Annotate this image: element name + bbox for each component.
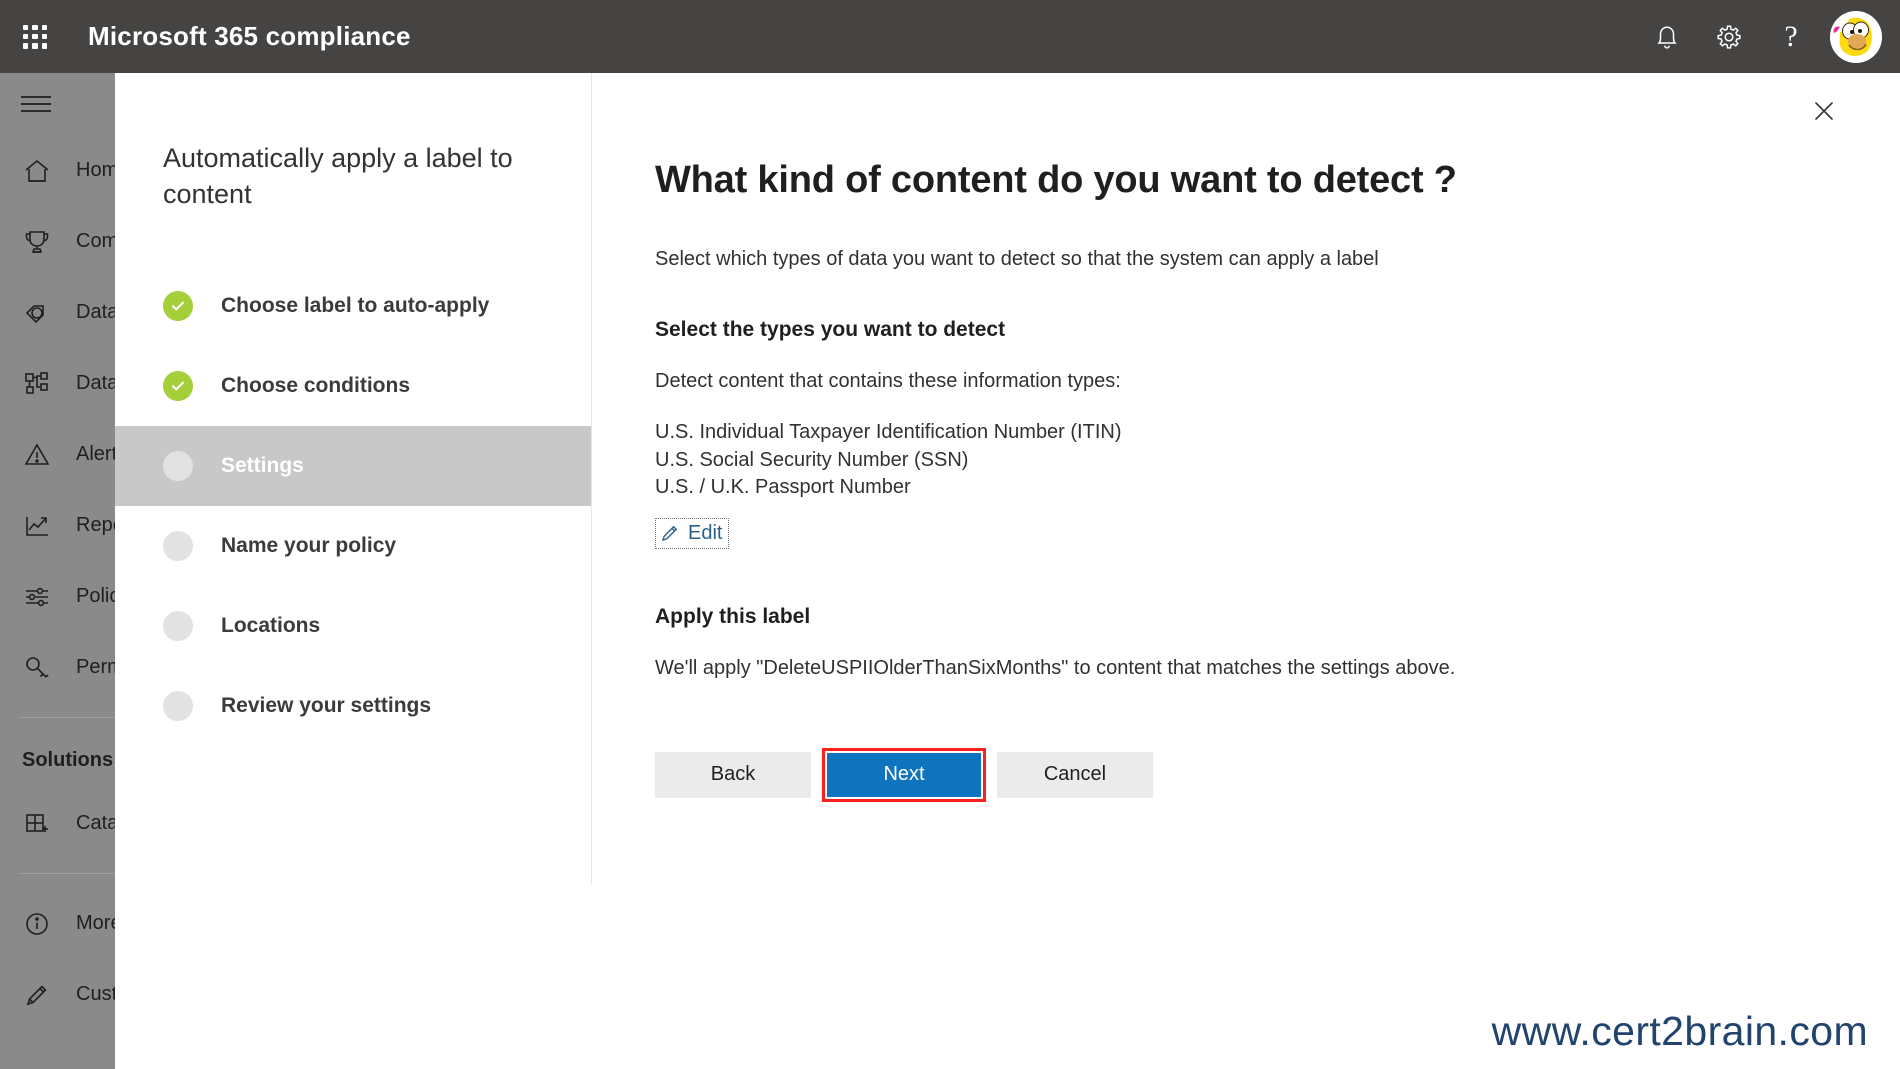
- step-bullet-icon: [163, 611, 193, 642]
- wizard-step-label: Choose label to auto-apply: [221, 294, 490, 318]
- information-types-list: U.S. Individual Taxpayer Identification …: [655, 419, 1900, 502]
- line-chart-icon: [20, 509, 54, 543]
- next-button[interactable]: Next: [826, 751, 982, 798]
- rail-divider: [18, 873, 118, 874]
- help-glyph: ?: [1784, 19, 1798, 53]
- sidebar-item-label: Alerts: [76, 443, 118, 465]
- cancel-button[interactable]: Cancel: [997, 751, 1153, 798]
- waffle-dot: [32, 43, 38, 49]
- apply-label-heading: Apply this label: [655, 604, 811, 628]
- left-navigation-rail: Home Compliance: [0, 73, 118, 1069]
- dialog-button-row: Back Next Cancel: [655, 747, 1900, 802]
- sidebar-item-label: Reports: [76, 514, 118, 536]
- check-circle-icon: [163, 371, 193, 402]
- wizard-step-label: Settings: [221, 454, 304, 478]
- step-bullet-icon: [163, 451, 193, 482]
- key-icon: [20, 651, 54, 685]
- wizard-step-choose-conditions[interactable]: Choose conditions: [115, 346, 591, 426]
- sidebar-item-label: Customize navigation: [76, 983, 118, 1005]
- page-subtitle: Select which types of data you want to d…: [655, 248, 1379, 270]
- close-icon[interactable]: [1802, 89, 1846, 133]
- sidebar-item-more-resources[interactable]: More resources: [0, 888, 118, 959]
- sidebar-item-reports[interactable]: Reports: [0, 490, 118, 561]
- wizard-step-review-your-settings[interactable]: Review your settings: [115, 666, 591, 746]
- sidebar-item-label: More resources: [76, 912, 118, 934]
- suite-actions: ?: [1636, 0, 1900, 73]
- sidebar-item-label: Catalog: [76, 812, 118, 834]
- sidebar-item-catalog[interactable]: Catalog: [0, 788, 118, 859]
- trophy-icon: [20, 225, 54, 259]
- wizard-step-choose-label[interactable]: Choose label to auto-apply: [115, 266, 591, 346]
- wizard-step-locations[interactable]: Locations: [115, 586, 591, 666]
- list-item: U.S. Social Security Number (SSN): [655, 448, 969, 471]
- wizard-step-label: Review your settings: [221, 694, 432, 718]
- rail-divider: [18, 717, 118, 718]
- step-bullet-icon: [163, 691, 193, 722]
- tag-icon: [20, 296, 54, 330]
- wizard-title: Automatically apply a label to content: [163, 143, 513, 209]
- pencil-icon: [660, 523, 688, 543]
- sidebar-item-data-investigations[interactable]: Data investigations: [0, 348, 118, 419]
- app-launcher-icon[interactable]: [18, 20, 52, 54]
- wizard-step-name-your-policy[interactable]: Name your policy: [115, 506, 591, 586]
- check-circle-icon: [163, 291, 193, 322]
- info-circle-icon: [20, 907, 54, 941]
- rail-group-heading: Solutions: [22, 748, 114, 771]
- waffle-dot: [32, 33, 38, 40]
- sidebar-item-home[interactable]: Home: [0, 135, 118, 206]
- sidebar-item-label: Compliance: [76, 230, 118, 252]
- sliders-icon: [20, 580, 54, 614]
- waffle-dot: [23, 24, 29, 30]
- sidebar-item-policies[interactable]: Policies: [0, 561, 118, 632]
- gear-icon[interactable]: [1698, 0, 1760, 73]
- sidebar-item-alerts[interactable]: Alerts: [0, 419, 118, 490]
- waffle-dot: [23, 33, 29, 40]
- back-button[interactable]: Back: [655, 751, 811, 798]
- list-item: U.S. / U.K. Passport Number: [655, 476, 911, 499]
- pencil-icon: [20, 978, 54, 1012]
- next-button-highlight: Next: [822, 747, 986, 802]
- waffle-dot: [23, 43, 29, 49]
- wizard-step-panel: Automatically apply a label to content C…: [115, 73, 592, 884]
- types-section-heading: Select the types you want to detect: [655, 318, 1006, 341]
- wizard-steps: Choose label to auto-apply Choose condit…: [115, 266, 591, 746]
- sidebar-item-customize-navigation[interactable]: Customize navigation: [0, 959, 118, 1030]
- waffle-dot: [41, 43, 47, 49]
- sidebar-item-label: Permissions: [76, 656, 118, 678]
- home-icon: [20, 154, 54, 188]
- waffle-dot: [32, 24, 38, 30]
- sidebar-item-label: Data classification: [76, 301, 118, 323]
- app-title: Microsoft 365 compliance: [88, 21, 411, 51]
- sidebar-item-label: Policies: [76, 585, 118, 607]
- hierarchy-icon: [20, 367, 54, 401]
- bell-icon[interactable]: [1636, 0, 1698, 73]
- question-mark-icon[interactable]: ?: [1760, 0, 1822, 73]
- wizard-step-label: Locations: [221, 614, 321, 638]
- waffle-dot: [41, 33, 47, 40]
- waffle-dot: [41, 24, 47, 30]
- apply-label-text: We'll apply "DeleteUSPIIOlderThanSixMont…: [655, 656, 1456, 679]
- hamburger-menu-icon[interactable]: [0, 73, 118, 135]
- user-avatar[interactable]: [1830, 10, 1882, 63]
- wizard-step-label: Choose conditions: [221, 374, 410, 398]
- page-title: What kind of content do you want to dete…: [655, 159, 1457, 201]
- step-bullet-icon: [163, 531, 193, 562]
- wizard-step-settings[interactable]: Settings: [115, 426, 591, 507]
- sidebar-item-data-classification[interactable]: Data classification: [0, 277, 118, 348]
- edit-link[interactable]: Edit: [655, 517, 730, 549]
- wizard-step-label: Name your policy: [221, 534, 397, 558]
- auto-apply-label-dialog: Automatically apply a label to content C…: [115, 73, 1900, 1069]
- suite-header: Microsoft 365 compliance ?: [0, 0, 1900, 73]
- sidebar-item-permissions[interactable]: Permissions: [0, 632, 118, 703]
- sidebar-item-label: Data investigations: [76, 372, 118, 394]
- dialog-content: What kind of content do you want to dete…: [592, 73, 1900, 1069]
- list-item: U.S. Individual Taxpayer Identification …: [655, 421, 1122, 443]
- types-intro-text: Detect content that contains these infor…: [655, 370, 1121, 392]
- sidebar-item-compliance[interactable]: Compliance: [0, 206, 118, 277]
- sidebar-item-label: Home: [76, 159, 118, 181]
- rail-inner: Home Compliance: [0, 73, 118, 1030]
- warning-triangle-icon: [20, 438, 54, 472]
- catalog-grid-plus-icon: [20, 807, 54, 841]
- edit-link-label: Edit: [688, 521, 723, 544]
